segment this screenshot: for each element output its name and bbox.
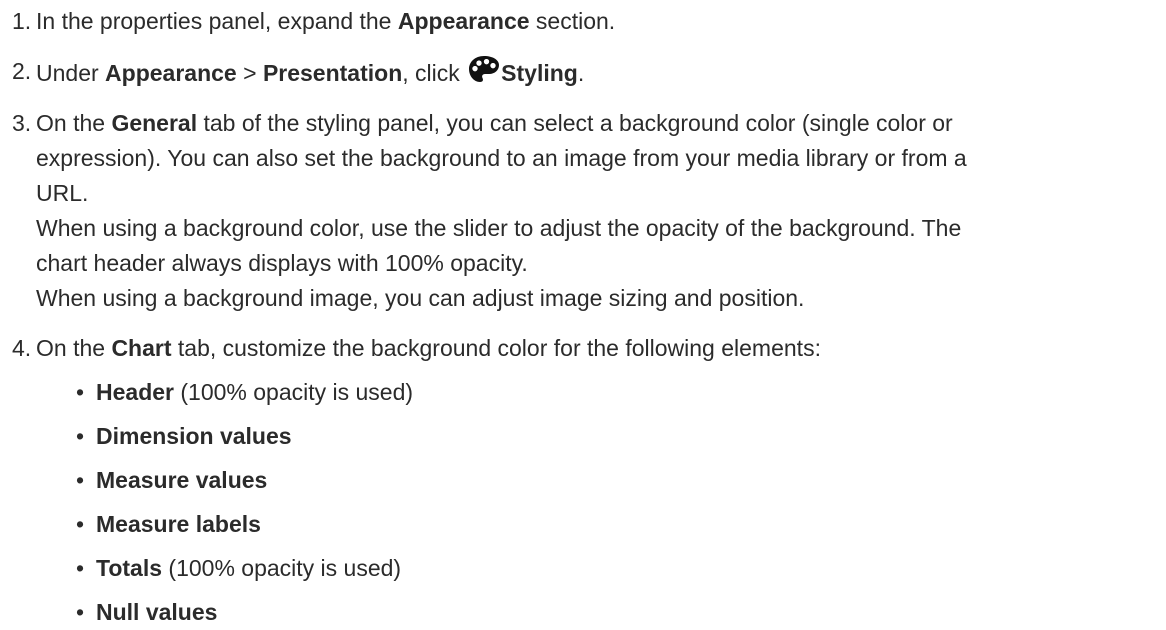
step-1: 1. In the properties panel, expand the A…: [0, 4, 1166, 39]
list-item: • Null values: [0, 595, 1166, 630]
list-item: • Measure values: [0, 463, 1166, 498]
step-text: Under Appearance > Presentation, click S…: [36, 54, 1166, 91]
ui-term: Styling: [501, 60, 578, 86]
step-text: On the Chart tab, customize the backgrou…: [36, 335, 821, 361]
ui-term: Appearance: [105, 60, 237, 86]
ui-term: Presentation: [262, 60, 403, 86]
step-text: In the properties panel, expand the Appe…: [36, 8, 616, 34]
palette-icon: [468, 54, 500, 84]
bullet-glyph: •: [76, 599, 85, 625]
step-2: 2. Under Appearance > Presentation, clic…: [0, 54, 1166, 91]
ui-term: General: [111, 110, 198, 136]
ui-term: Chart: [111, 335, 172, 361]
bullet-glyph: •: [76, 379, 85, 405]
element-list: • Header (100% opacity is used) • Dimensio…: [0, 375, 1166, 630]
step-number: 3.: [12, 110, 32, 136]
step-4: 4. On the Chart tab, customize the backg…: [0, 331, 1166, 630]
bullet-glyph: •: [76, 467, 85, 493]
step-text: When using a background image, you can a…: [36, 285, 805, 311]
step-text: expression). You can also set the backgr…: [36, 145, 967, 171]
step-number: 4.: [12, 335, 32, 361]
list-item: • Header (100% opacity is used): [0, 375, 1166, 410]
step-3: 3. On the General tab of the styling pan…: [0, 106, 1166, 316]
step-text: chart header always displays with 100% o…: [36, 250, 528, 276]
step-text: When using a background color, use the s…: [36, 215, 962, 241]
step-number: 1.: [12, 8, 32, 34]
list-item: • Measure labels: [0, 507, 1166, 542]
list-item: • Dimension values: [0, 419, 1166, 454]
step-text: URL.: [36, 180, 89, 206]
bullet-glyph: •: [76, 555, 85, 581]
bullet-glyph: •: [76, 423, 85, 449]
bullet-glyph: •: [76, 511, 85, 537]
step-text: On the General tab of the styling panel,…: [36, 110, 953, 136]
step-number: 2.: [12, 58, 32, 84]
list-item: • Totals (100% opacity is used): [0, 551, 1166, 586]
ui-term: Appearance: [397, 8, 530, 34]
instruction-steps: 1. In the properties panel, expand the A…: [0, 4, 1166, 630]
